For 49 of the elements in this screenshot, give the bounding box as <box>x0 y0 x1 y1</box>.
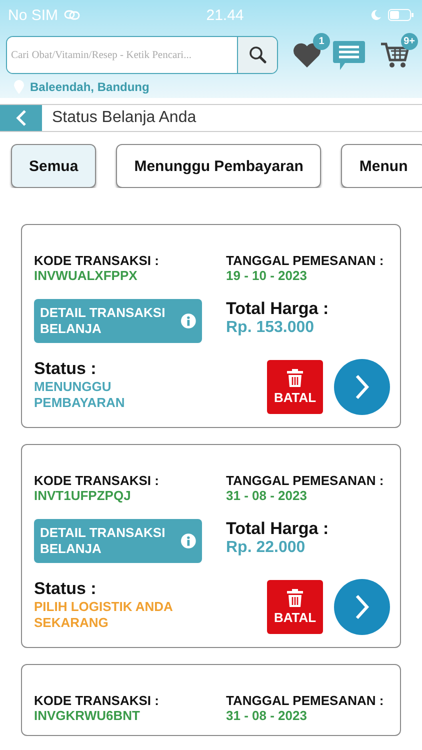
wishlist-count-badge: 1 <box>313 33 330 50</box>
filter-tab[interactable]: Menunggu Pembayaran <box>116 144 322 188</box>
chevron-right-icon <box>354 594 370 620</box>
search-field[interactable]: Cari Obat/Vitamin/Resep - Ketik Pencari... <box>6 36 278 74</box>
total-price: Rp. 22.000 <box>226 539 306 557</box>
filter-tab[interactable]: Semua <box>11 144 96 188</box>
label-text: TANGGAL PEMESANAN : <box>226 253 385 268</box>
back-button[interactable] <box>0 105 42 131</box>
chevron-right-icon <box>354 374 370 400</box>
transaction-code: INVGKRWU6BNT <box>34 708 141 723</box>
order-date: 19 - 10 - 2023 <box>226 268 308 283</box>
detail-button[interactable]: DETAIL TRANSAKSI BELANJA <box>34 519 202 563</box>
clock-time: 21.44 <box>206 6 244 24</box>
link-icon <box>64 10 80 20</box>
label-text: KODE TRANSAKSI : <box>34 253 160 268</box>
label-text: Status : <box>34 359 98 379</box>
info-icon <box>181 311 196 331</box>
label-text: TANGGAL PEMESANAN : <box>226 473 385 488</box>
search-button[interactable] <box>237 37 277 73</box>
page-title: Status Belanja Anda <box>51 108 196 128</box>
label-text: KODE TRANSAKSI : <box>34 693 160 708</box>
search-icon <box>248 46 266 64</box>
info-icon <box>181 531 196 551</box>
transaction-code: INVT1UFPZPQJ <box>34 488 132 503</box>
status-text: PILIH LOGISTIK ANDA SEKARANG <box>34 599 174 632</box>
label-text: Status : <box>34 579 98 599</box>
cancel-button[interactable]: BATAL <box>267 360 323 414</box>
label-text: KODE TRANSAKSI : <box>34 473 160 488</box>
battery-icon <box>388 9 414 21</box>
carrier-text: No SIM <box>8 6 58 24</box>
label-text: Total Harga : <box>226 299 330 319</box>
status-text: MENUNGGU PEMBAYARAN <box>34 379 126 412</box>
cart-count-badge: 9+ <box>400 33 418 50</box>
transaction-code: INVWUALXFPPX <box>34 268 138 283</box>
label-text: Total Harga : <box>226 519 330 539</box>
back-chevron-icon <box>15 109 27 127</box>
trash-icon <box>287 589 303 607</box>
label-text: TANGGAL PEMESANAN : <box>226 693 385 708</box>
location-pin-icon <box>14 80 24 94</box>
location-text[interactable]: Baleendah, Bandung <box>30 80 150 94</box>
order-date: 31 - 08 - 2023 <box>226 488 308 503</box>
moon-icon <box>370 9 382 21</box>
cancel-button[interactable]: BATAL <box>267 580 323 634</box>
order-date: 31 - 08 - 2023 <box>226 708 308 723</box>
total-price: Rp. 153.000 <box>226 319 316 337</box>
trash-icon <box>287 369 303 387</box>
chat-icon[interactable] <box>332 39 366 71</box>
filter-tab[interactable]: Menun <box>341 144 422 188</box>
detail-button[interactable]: DETAIL TRANSAKSI BELANJA <box>34 299 202 343</box>
